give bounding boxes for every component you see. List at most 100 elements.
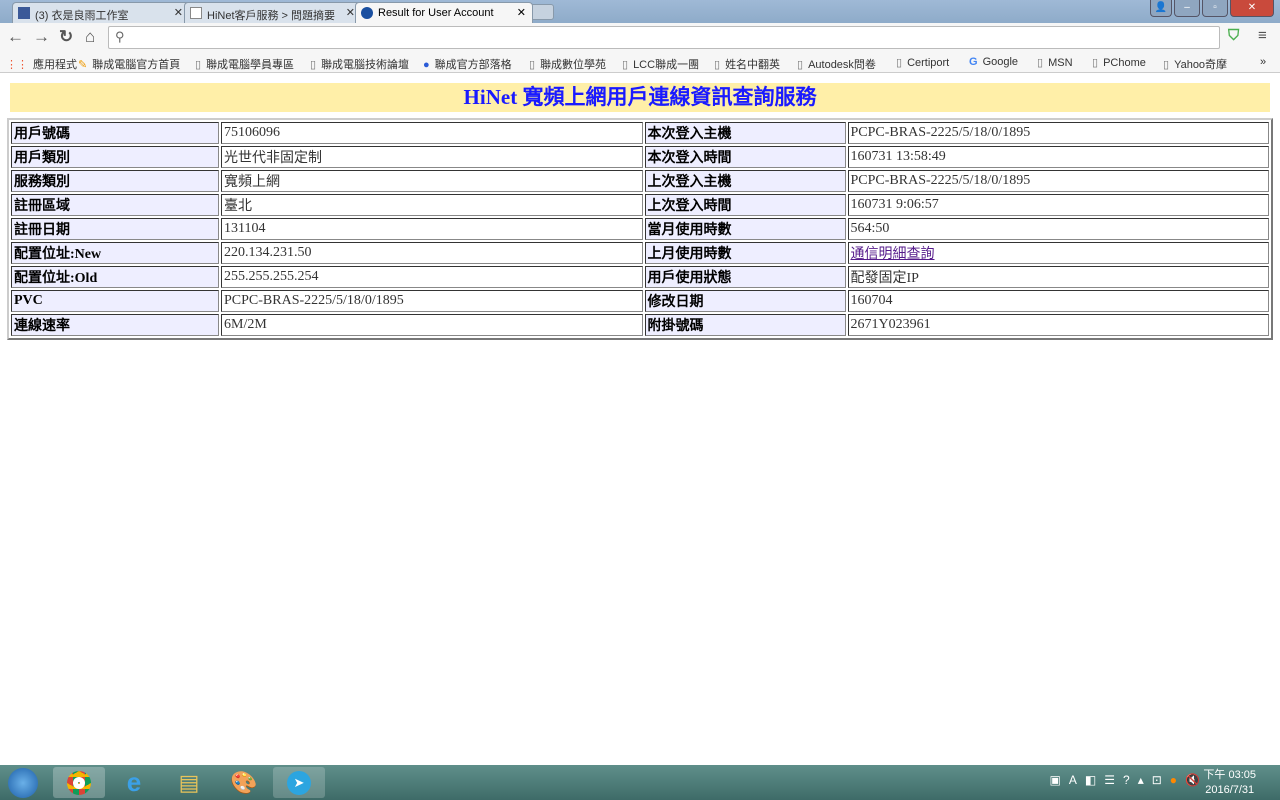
field-label: 上次登入主機 (644, 170, 846, 192)
bookmark[interactable]: ▯ 聯成數位學苑 (529, 56, 606, 72)
field-value: 6M/2M (221, 314, 643, 336)
bookmark[interactable]: ▯ Autodesk問卷 (797, 56, 876, 72)
forward-button[interactable]: → (33, 27, 50, 47)
tab-label: (3) 衣是良雨工作室 (35, 10, 129, 22)
field-label: 配置位址:Old (11, 266, 219, 288)
back-button[interactable]: ← (7, 27, 24, 47)
file-explorer-icon[interactable]: ▤ (163, 767, 215, 798)
bookmark-label: 聯成電腦技術論壇 (321, 59, 410, 71)
table-row: 服務類別 寬頻上網 上次登入主機 PCPC-BRAS-2225/5/18/0/1… (11, 170, 1269, 192)
paint-icon[interactable]: 🎨 (218, 767, 270, 798)
bookmark-label: 聯成電腦官方首頁 (92, 59, 181, 71)
bookmark-label: 聯成數位學苑 (540, 59, 607, 71)
field-value-text: 2671Y023961 (850, 317, 931, 332)
field-value: PCPC-BRAS-2225/5/18/0/1895 (847, 122, 1269, 144)
font-icon[interactable]: A (1069, 773, 1077, 787)
field-label: 配置位址:New (11, 242, 219, 264)
reload-button[interactable]: ↻ (59, 27, 73, 47)
page-icon: ▯ (195, 59, 202, 71)
field-value: 光世代非固定制 (221, 146, 643, 168)
input-method-icon[interactable]: ▣ (1050, 773, 1061, 787)
close-tab-icon[interactable]: ✕ (174, 6, 183, 19)
bookmark[interactable]: ● 聯成官方部落格 (423, 56, 512, 72)
maximize-button[interactable]: ▫ (1202, 0, 1228, 17)
help-icon[interactable]: ? (1123, 773, 1130, 787)
table-row: 用戶類別 光世代非固定制 本次登入時間 160731 13:58:49 (11, 146, 1269, 168)
bookmark[interactable]: G Google (969, 56, 1018, 68)
bookmark[interactable]: ▯ 姓名中翻英 (714, 56, 780, 72)
field-value: 160731 9:06:57 (847, 194, 1269, 216)
page-icon: ▯ (1037, 57, 1044, 69)
table-row: 配置位址:New 220.134.231.50 上月使用時數 通信明細查詢 (11, 242, 1269, 264)
field-label: 服務類別 (11, 170, 219, 192)
user-icon[interactable]: 👤 (1150, 0, 1172, 17)
browser-toolbar: ← → ↻ ⌂ ⚲ ⛉ ≡ (0, 23, 1280, 52)
window-icon[interactable]: ◧ (1085, 773, 1096, 787)
field-label: PVC (11, 290, 219, 312)
page-title: HiNet 寬頻上網用戶連線資訊查詢服務 (10, 83, 1270, 112)
field-value: 配發固定IP (847, 266, 1269, 288)
show-hidden-icons[interactable]: ▴ (1138, 773, 1144, 787)
chrome-taskbar-icon[interactable] (53, 767, 105, 798)
bookmark[interactable]: ▯ Certiport (896, 56, 949, 69)
page-icon: ▯ (797, 59, 804, 71)
field-label: 當月使用時數 (644, 218, 846, 240)
bookmark-label: 應用程式 (33, 59, 77, 71)
page-icon (190, 7, 202, 19)
call-detail-query-link[interactable]: 通信明細查詢 (851, 247, 935, 262)
tab-hinet-service[interactable]: HiNet客戶服務 > 問題摘要 ✕ (184, 2, 362, 23)
tab-facebook[interactable]: (3) 衣是良雨工作室 ✕ (12, 2, 190, 23)
network-icon[interactable]: ⊡ (1152, 773, 1162, 787)
bookmark[interactable]: ▯ 聯成電腦技術論壇 (310, 56, 409, 72)
bookmark[interactable]: ▯ MSN (1037, 56, 1073, 69)
google-icon: G (969, 56, 978, 68)
home-button[interactable]: ⌂ (85, 27, 95, 47)
bookmark-apps[interactable]: ⋮⋮ 應用程式 (6, 56, 77, 72)
bookmarks-overflow-button[interactable]: » (1260, 56, 1266, 68)
search-icon: ⚲ (115, 29, 125, 44)
bookmark[interactable]: ▯ PChome (1092, 56, 1146, 69)
field-label: 註冊日期 (11, 218, 219, 240)
volume-muted-icon[interactable]: 🔇 (1185, 773, 1200, 787)
bookmark[interactable]: ▯ Yahoo奇摩 (1163, 56, 1227, 72)
close-tab-icon[interactable]: ✕ (517, 6, 526, 19)
start-button[interactable] (0, 767, 46, 798)
field-value: 通信明細查詢 (847, 242, 1269, 264)
telegram-icon[interactable]: ➤ (273, 767, 325, 798)
bookmark-label: Yahoo奇摩 (1174, 59, 1228, 71)
table-row: 註冊日期 131104 當月使用時數 564:50 (11, 218, 1269, 240)
bookmark-label: 姓名中翻英 (725, 59, 781, 71)
clock[interactable]: 下午 03:05 2016/7/31 (1203, 768, 1256, 798)
field-value-text: 160704 (850, 293, 893, 308)
minimize-button[interactable]: – (1174, 0, 1200, 17)
field-value-text: 564:50 (850, 221, 890, 236)
close-window-button[interactable]: ✕ (1230, 0, 1274, 17)
field-value: 臺北 (221, 194, 643, 216)
table-row: 註冊區域 臺北 上次登入時間 160731 9:06:57 (11, 194, 1269, 216)
bookmark-label: Autodesk問卷 (808, 59, 876, 71)
antivirus-icon[interactable]: ● (1170, 773, 1177, 787)
facebook-icon (18, 7, 30, 19)
close-tab-icon[interactable]: ✕ (346, 6, 355, 19)
field-value: PCPC-BRAS-2225/5/18/0/1895 (221, 290, 643, 312)
field-value: 255.255.255.254 (221, 266, 643, 288)
tab-result[interactable]: Result for User Account ✕ (355, 2, 533, 23)
menu-icon[interactable]: ≡ (1258, 27, 1267, 44)
bookmarks-bar: ⋮⋮ 應用程式 ✎ 聯成電腦官方首頁 ▯ 聯成電腦學員專區 ▯ 聯成電腦技術論壇 ● 聯成… (0, 52, 1280, 73)
bookmark[interactable]: ▯ LCC聯成一團 (622, 56, 699, 72)
bookmark[interactable]: ▯ 聯成電腦學員專區 (195, 56, 294, 72)
field-value: 寬頻上網 (221, 170, 643, 192)
shield-extension-icon[interactable]: ⛉ (1228, 27, 1239, 44)
taskbar: e ▤ 🎨 ➤ ▣ A ◧ ☰ ? ▴ ⊡ ● 🔇 下午 03:05 2016/7… (0, 765, 1280, 800)
keyboard-icon[interactable]: ☰ (1104, 773, 1115, 787)
clock-time: 下午 03:05 (1203, 769, 1256, 781)
page-icon: ▯ (622, 59, 629, 71)
field-value-text: PCPC-BRAS-2225/5/18/0/1895 (850, 173, 1031, 188)
bookmark[interactable]: ✎ 聯成電腦官方首頁 (78, 56, 180, 72)
page-icon: ▯ (529, 59, 536, 71)
address-bar[interactable]: ⚲ (108, 26, 1220, 49)
internet-explorer-icon[interactable]: e (108, 767, 160, 798)
field-value: 160704 (847, 290, 1269, 312)
field-label: 本次登入時間 (644, 146, 846, 168)
field-label: 註冊區域 (11, 194, 219, 216)
